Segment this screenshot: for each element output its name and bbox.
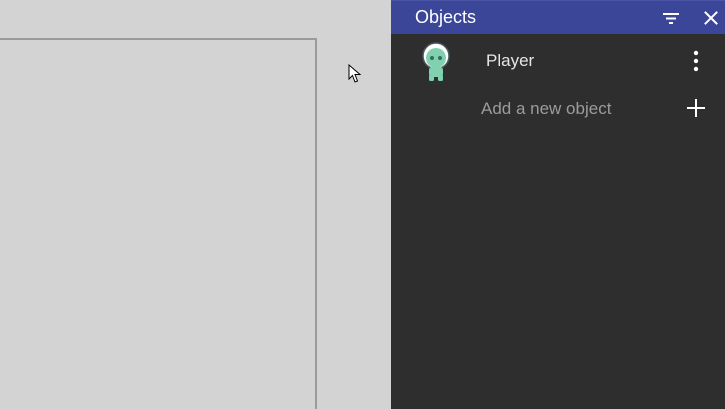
object-label: Player — [486, 51, 535, 70]
close-icon[interactable] — [704, 11, 718, 25]
object-list-item-player[interactable]: Player — [391, 36, 725, 84]
scene-bounds — [0, 38, 317, 409]
add-object-label: Add a new object — [481, 99, 612, 118]
scene-canvas[interactable] — [0, 0, 391, 409]
objects-panel-header: Objects — [391, 0, 725, 34]
filter-icon[interactable] — [662, 10, 680, 26]
editor-window: Objects Player Add a new object — [0, 0, 725, 409]
objects-panel: Objects Player Add a new object — [391, 0, 725, 409]
player-alien-icon — [422, 42, 450, 81]
panel-title: Objects — [415, 7, 477, 27]
add-new-object-button[interactable]: Add a new object — [391, 88, 725, 128]
more-vert-icon[interactable] — [687, 50, 705, 72]
plus-icon[interactable] — [685, 97, 707, 119]
mouse-cursor-icon — [348, 64, 362, 83]
